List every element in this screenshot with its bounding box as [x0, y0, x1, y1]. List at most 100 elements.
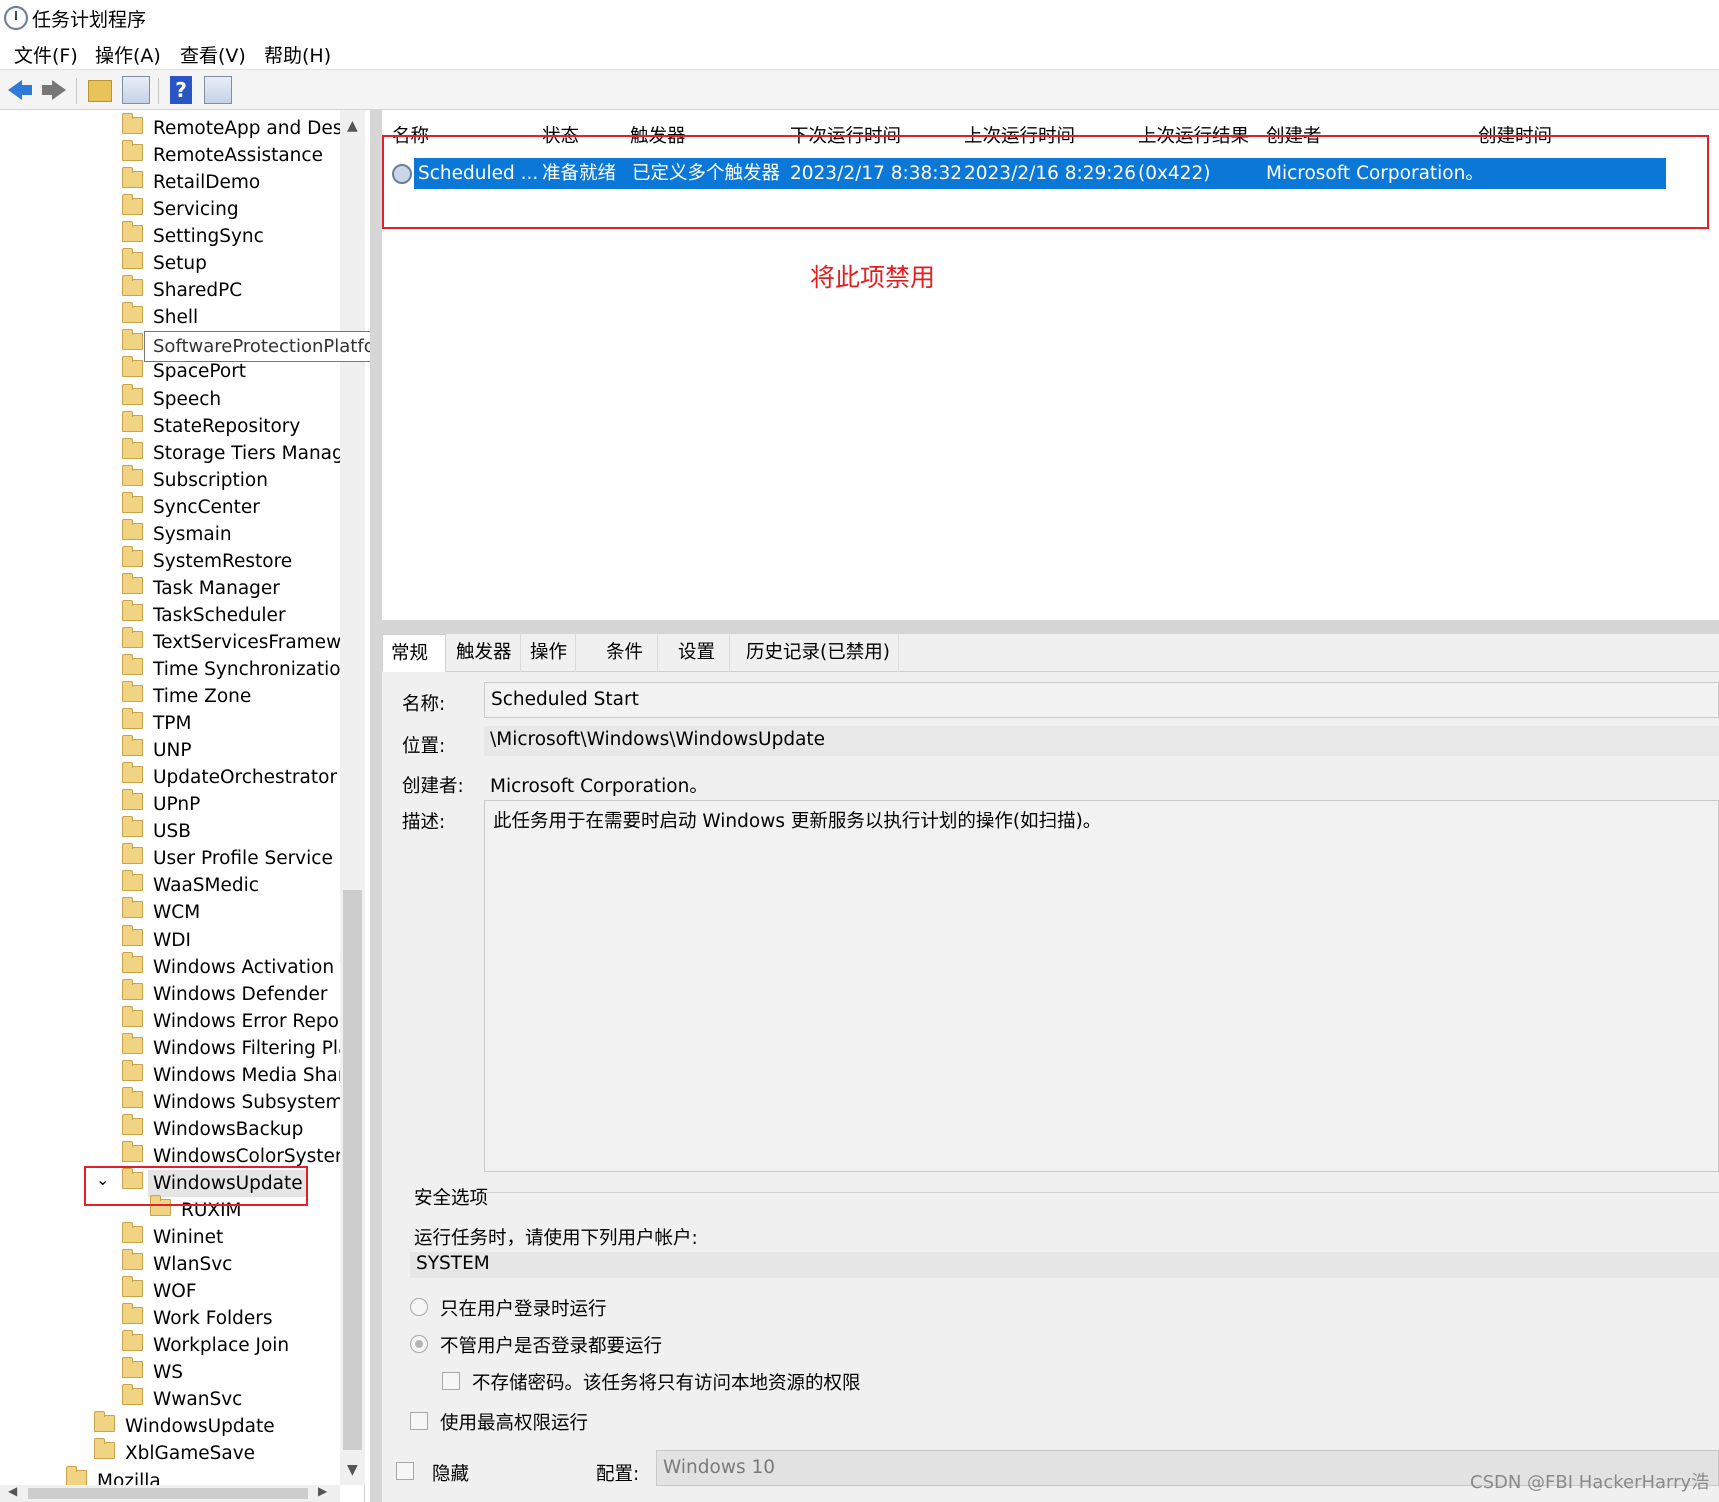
- tree-item-label: Windows Activation Te: [153, 956, 360, 978]
- checkbox-highest-privileges[interactable]: [410, 1412, 428, 1430]
- tree-item-label: SystemRestore: [153, 550, 293, 572]
- folder-icon: [122, 897, 143, 919]
- checkbox-no-store-password[interactable]: [442, 1372, 460, 1390]
- folder-icon: [122, 1249, 143, 1271]
- horizontal-splitter[interactable]: [378, 620, 1719, 634]
- menu-file[interactable]: 文件(F): [14, 41, 78, 68]
- radio-only-logged-on-label: 只在用户登录时运行: [440, 1299, 607, 1320]
- author-value: Microsoft Corporation。: [490, 776, 708, 797]
- help-button[interactable]: ?: [170, 76, 192, 104]
- folder-icon: [122, 383, 143, 405]
- tab-actions[interactable]: 操作: [522, 634, 577, 672]
- tree-item-label: SettingSync: [153, 226, 264, 248]
- menu-bar: 文件(F) 操作(A) 查看(V) 帮助(H): [0, 36, 1719, 70]
- tree-item-label: SyncCenter: [153, 496, 260, 518]
- task-detail-pane: 常规 触发器 操作 条件 设置 历史记录(已禁用) 名称: Scheduled …: [382, 634, 1719, 1502]
- folder-icon: [122, 1330, 143, 1352]
- tab-general[interactable]: 常规: [382, 634, 446, 672]
- folder-icon: [122, 762, 143, 784]
- folder-icon: [122, 1303, 143, 1325]
- tree-item-label: TextServicesFramewor: [153, 631, 361, 653]
- folder-icon: [122, 464, 143, 486]
- tree-item-label: XblGameSave: [125, 1443, 256, 1465]
- tree-item-label: WCM: [153, 902, 201, 924]
- show-hide-console-tree-button[interactable]: [122, 76, 150, 104]
- menu-view[interactable]: 查看(V): [180, 41, 246, 68]
- folder-icon: [122, 789, 143, 811]
- folder-icon: [122, 167, 143, 189]
- scroll-up-icon[interactable]: ▲: [347, 118, 358, 134]
- tree-item-label: WindowsBackup: [153, 1118, 304, 1140]
- folder-icon: [122, 1222, 143, 1244]
- checkbox-hidden-label: 隐藏: [432, 1464, 470, 1485]
- tree-item-label: WS: [153, 1362, 184, 1384]
- name-field[interactable]: Scheduled Start: [484, 682, 1719, 718]
- tree-item-label: UpdateOrchestrator: [153, 767, 338, 789]
- menu-action[interactable]: 操作(A): [95, 41, 161, 68]
- tree-item-label: TPM: [153, 713, 192, 735]
- tab-triggers[interactable]: 触发器: [448, 634, 521, 672]
- tree-item-label: Time Zone: [153, 686, 252, 708]
- toolbar: ?: [0, 70, 1719, 110]
- folder-icon: [122, 194, 143, 216]
- folder-icon: [122, 978, 143, 1000]
- tree-item-label: SharedPC: [153, 280, 243, 302]
- tree-item-label: UNP: [153, 740, 192, 762]
- run-as-label: 运行任务时，请使用下列用户帐户:: [414, 1228, 698, 1249]
- radio-logged-on-or-not[interactable]: [410, 1335, 428, 1353]
- folder-icon: [122, 113, 143, 134]
- tree-scroll-thumb[interactable]: [343, 890, 362, 1450]
- location-value: \Microsoft\Windows\WindowsUpdate: [484, 726, 1719, 756]
- tree-item-label: Sysmain: [153, 523, 232, 545]
- folder-icon: [122, 140, 143, 162]
- folder-icon: [122, 491, 143, 513]
- folder-icon: [122, 735, 143, 757]
- checkbox-hidden[interactable]: [396, 1462, 414, 1480]
- tree-item-label: Windows Media Sharin: [153, 1064, 363, 1086]
- folder-icon: [122, 626, 143, 648]
- detail-tabs: 常规 触发器 操作 条件 设置 历史记录(已禁用): [382, 634, 1719, 672]
- folder-icon: [94, 1411, 115, 1433]
- tree-item-label: Servicing: [153, 199, 239, 221]
- window-title: 任务计划程序: [32, 9, 147, 31]
- tree-item-label: Work Folders: [153, 1308, 273, 1330]
- tree-item-label: Time Synchronization: [153, 659, 353, 680]
- show-hide-action-pane-button[interactable]: [204, 76, 232, 104]
- scroll-down-icon[interactable]: ▼: [347, 1462, 358, 1478]
- folder-icon: [122, 1059, 143, 1081]
- radio-only-logged-on[interactable]: [410, 1298, 428, 1316]
- scroll-left-icon[interactable]: ◀: [8, 1484, 17, 1498]
- folder-icon: [122, 410, 143, 432]
- tab-settings[interactable]: 设置: [664, 634, 731, 672]
- description-field[interactable]: 此任务用于在需要时启动 Windows 更新服务以执行计划的操作(如扫描)。: [484, 800, 1719, 1172]
- folder-icon: [122, 356, 143, 378]
- folder-icon: [122, 221, 143, 243]
- tree-item-label: StateRepository: [153, 415, 301, 437]
- folder-icon: [122, 518, 143, 540]
- forward-button[interactable]: [40, 76, 68, 104]
- tree-item-label: USB: [153, 821, 191, 843]
- tree-item-label: WlanSvc: [153, 1254, 233, 1276]
- tab-conditions[interactable]: 条件: [592, 634, 659, 672]
- tree-tooltip: SoftwareProtectionPlatform: [144, 331, 399, 362]
- folder-icon: [122, 924, 143, 946]
- folder-icon: [122, 572, 143, 594]
- tree-item-label: SpacePort: [153, 361, 247, 383]
- vertical-splitter[interactable]: [370, 110, 382, 1502]
- folder-icon: [122, 1357, 143, 1379]
- folder-icon: [122, 329, 143, 351]
- folder-icon: [122, 599, 143, 621]
- tree-hscroll-thumb[interactable]: [28, 1488, 308, 1499]
- tree-item-label: User Profile Service: [153, 848, 333, 870]
- folder-icon: [122, 951, 143, 973]
- back-button[interactable]: [8, 76, 36, 104]
- folder-icon: [122, 248, 143, 270]
- folder-icon: [66, 1465, 87, 1487]
- tab-history[interactable]: 历史记录(已禁用): [738, 634, 899, 672]
- tree-item-label: UPnP: [153, 794, 201, 816]
- folder-icon: [122, 1276, 143, 1298]
- menu-help[interactable]: 帮助(H): [264, 41, 331, 68]
- scroll-right-icon[interactable]: ▶: [318, 1484, 327, 1498]
- folder-icon: [122, 1086, 143, 1108]
- up-folder-button[interactable]: [88, 80, 112, 102]
